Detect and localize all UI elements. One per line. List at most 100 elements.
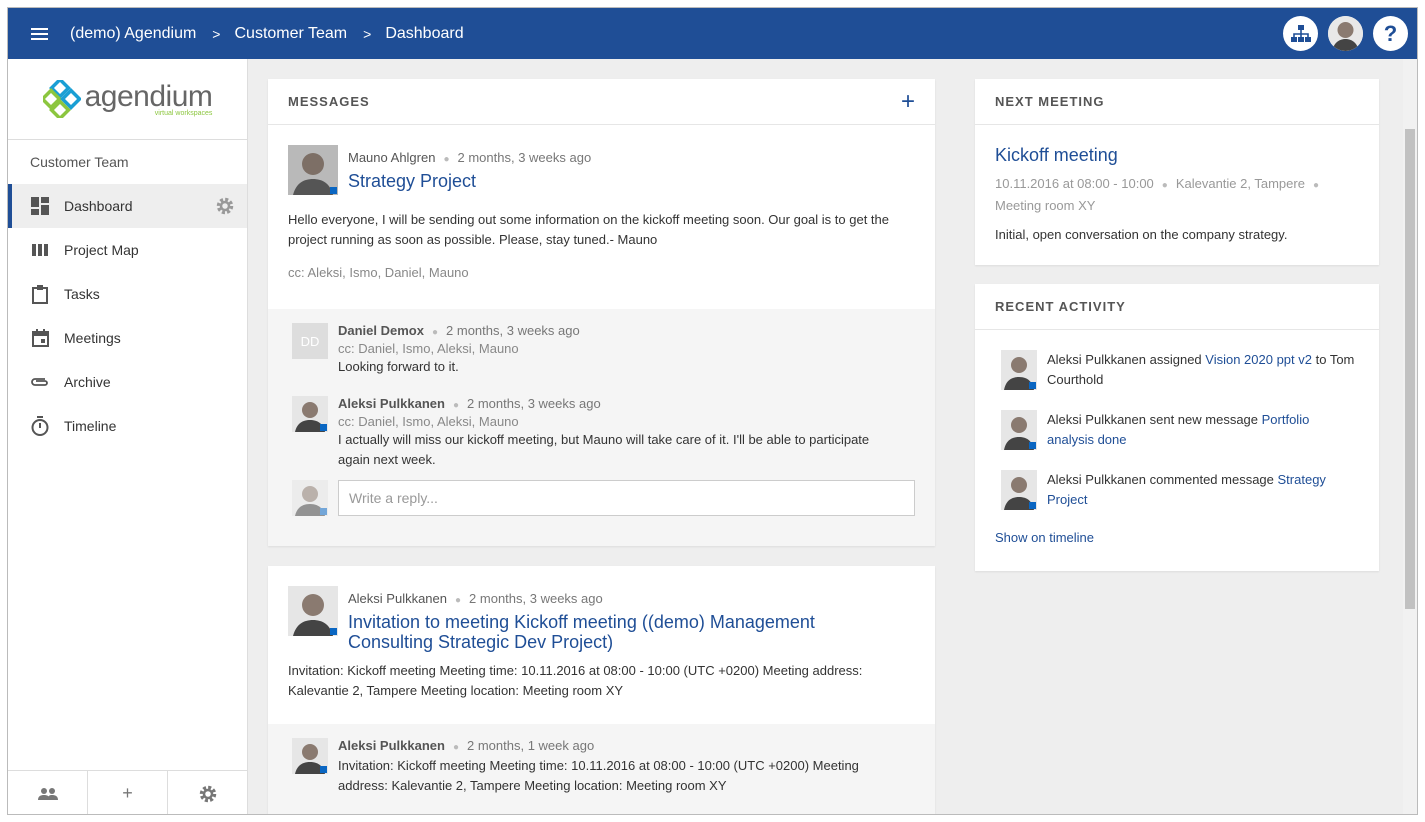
breadcrumb-page: Dashboard <box>385 24 464 42</box>
reply-body: I actually will miss our kickoff meeting… <box>338 432 870 467</box>
recent-activity-heading: RECENT ACTIVITY <box>995 299 1126 314</box>
settings-button[interactable] <box>168 771 247 814</box>
help-icon: ? <box>1383 20 1398 46</box>
next-meeting-heading: NEXT MEETING <box>995 94 1105 109</box>
sidebar-item-label: Timeline <box>64 418 117 434</box>
logo-mark-icon <box>42 80 81 118</box>
sidebar-item-label: Meetings <box>64 330 121 346</box>
chevron-right-icon: > <box>363 25 372 42</box>
post-time: 2 months, 3 weeks ago <box>457 150 592 165</box>
post-author[interactable]: Aleksi Pulkkanen <box>348 591 447 606</box>
avatar[interactable] <box>288 145 338 195</box>
avatar[interactable] <box>292 396 328 432</box>
reply-compose: Write a reply... <box>292 480 915 516</box>
activity-link[interactable]: Vision 2020 ppt v2 <box>1205 352 1312 367</box>
org-chart-icon <box>1290 24 1311 42</box>
help-button[interactable]: ? <box>1373 16 1408 51</box>
sidebar-item-archive[interactable]: Archive <box>8 360 247 404</box>
post-author[interactable]: Mauno Ahlgren <box>348 150 435 165</box>
avatar[interactable] <box>288 586 338 636</box>
reply-time: 2 months, 1 week ago <box>467 738 595 753</box>
avatar[interactable] <box>1001 470 1037 510</box>
logo-text: agendium <box>84 79 213 113</box>
menu-icon[interactable] <box>8 8 70 59</box>
breadcrumb-team[interactable]: Customer Team <box>234 25 347 43</box>
messages-card: MESSAGES + Mauno Ahlgren ● 2 months, 3 wee… <box>268 79 935 546</box>
plus-icon: + <box>122 783 133 803</box>
calendar-icon <box>30 328 50 348</box>
activity-item: Aleksi Pulkkanen assigned Vision 2020 pp… <box>1001 350 1359 410</box>
avatar <box>292 480 328 516</box>
reply-body: Invitation: Kickoff meeting Meeting time… <box>338 758 859 793</box>
sidebar-item-label: Archive <box>64 374 111 390</box>
scrollbar[interactable] <box>1403 59 1417 814</box>
sidebar-item-meetings[interactable]: Meetings <box>8 316 247 360</box>
reply-author[interactable]: Daniel Demox <box>338 323 424 338</box>
breadcrumb-workspace[interactable]: (demo) Agendium <box>70 25 196 43</box>
dashboard-icon <box>30 196 50 216</box>
sidebar: agendium virtual workspaces Customer Tea… <box>8 59 248 814</box>
post-time: 2 months, 3 weeks ago <box>469 591 603 606</box>
new-message-button[interactable]: + <box>901 88 915 116</box>
paperclip-icon <box>30 372 50 392</box>
reply-author[interactable]: Aleksi Pulkkanen <box>338 396 445 411</box>
show-on-timeline-link[interactable]: Show on timeline <box>995 528 1359 548</box>
activity-item: Aleksi Pulkkanen commented message Strat… <box>1001 470 1359 530</box>
replies-section: Aleksi Pulkkanen ● 2 months, 1 week ago In… <box>268 724 935 814</box>
user-avatar-button[interactable] <box>1328 16 1363 51</box>
sidebar-item-tasks[interactable]: Tasks <box>8 272 247 316</box>
scrollbar-thumb[interactable] <box>1405 129 1415 609</box>
next-meeting-card: NEXT MEETING Kickoff meeting 10.11.2016 … <box>975 79 1379 265</box>
avatar[interactable]: DD <box>292 323 328 359</box>
post-title-link[interactable]: Strategy Project <box>348 171 915 191</box>
reply-author[interactable]: Aleksi Pulkkanen <box>338 738 445 753</box>
reply-time: 2 months, 3 weeks ago <box>446 323 580 338</box>
gear-icon[interactable] <box>215 196 235 219</box>
activity-item: Aleksi Pulkkanen sent new message Portfo… <box>1001 410 1359 470</box>
meeting-title-link[interactable]: Kickoff meeting <box>995 145 1359 165</box>
stopwatch-icon <box>30 416 50 436</box>
team-name: Customer Team <box>30 154 129 170</box>
clipboard-icon <box>30 284 50 304</box>
messages-heading: MESSAGES <box>288 94 370 109</box>
breadcrumb: (demo) Agendium > Customer Team > Dashbo… <box>70 25 464 43</box>
chevron-right-icon: > <box>212 25 221 42</box>
people-icon <box>37 787 58 800</box>
avatar[interactable] <box>1001 410 1037 450</box>
meeting-datetime: 10.11.2016 at 08:00 - 10:00 <box>995 176 1154 191</box>
post-body: Invitation: Kickoff meeting Meeting time… <box>288 663 863 698</box>
replies-section: DD Daniel Demox ● 2 months, 3 weeks ago cc… <box>268 309 935 546</box>
activity-text: Aleksi Pulkkanen assigned <box>1047 352 1206 367</box>
add-button[interactable]: + <box>88 771 168 814</box>
reply-item: DD Daniel Demox ● 2 months, 3 weeks ago cc… <box>292 323 915 396</box>
message-card: Aleksi Pulkkanen ● 2 months, 3 weeks ago I… <box>268 566 935 814</box>
avatar[interactable] <box>1001 350 1037 390</box>
sidebar-item-label: Dashboard <box>64 198 133 214</box>
gear-icon <box>199 785 216 802</box>
post-cc: cc: Aleksi, Ismo, Daniel, Mauno <box>288 265 469 280</box>
message-post: Aleksi Pulkkanen ● 2 months, 3 weeks ago I… <box>268 566 935 724</box>
org-chart-button[interactable] <box>1283 16 1318 51</box>
app-window: (demo) Agendium > Customer Team > Dashbo… <box>7 7 1418 815</box>
reply-item: Aleksi Pulkkanen ● 2 months, 1 week ago In… <box>292 738 915 796</box>
post-body: Hello everyone, I will be sending out so… <box>288 212 889 247</box>
sidebar-item-timeline[interactable]: Timeline <box>8 404 247 448</box>
sidebar-item-dashboard[interactable]: Dashboard <box>8 184 247 228</box>
avatar <box>1328 16 1363 51</box>
message-post: Mauno Ahlgren ● 2 months, 3 weeks ago Stra… <box>268 125 935 308</box>
reply-item: Aleksi Pulkkanen ● 2 months, 3 weeks ago c… <box>292 396 915 480</box>
top-bar: (demo) Agendium > Customer Team > Dashbo… <box>8 8 1417 59</box>
meeting-room: Meeting room XY <box>995 198 1096 213</box>
meeting-description: Initial, open conversation on the compan… <box>995 227 1288 242</box>
post-title-link[interactable]: Invitation to meeting Kickoff meeting ((… <box>348 612 848 652</box>
sidebar-item-project-map[interactable]: Project Map <box>8 228 247 272</box>
members-button[interactable] <box>8 771 88 814</box>
activity-text: Aleksi Pulkkanen sent new message <box>1047 412 1262 427</box>
reply-cc: cc: Daniel, Ismo, Aleksi, Mauno <box>338 414 519 429</box>
agendium-logo[interactable]: agendium virtual workspaces <box>8 59 247 140</box>
recent-activity-card: RECENT ACTIVITY Aleksi Pulkkanen assigne… <box>975 284 1379 571</box>
sidebar-item-label: Tasks <box>64 286 100 302</box>
avatar[interactable] <box>292 738 328 774</box>
activity-text: Aleksi Pulkkanen commented message <box>1047 472 1278 487</box>
reply-input[interactable]: Write a reply... <box>338 480 915 516</box>
